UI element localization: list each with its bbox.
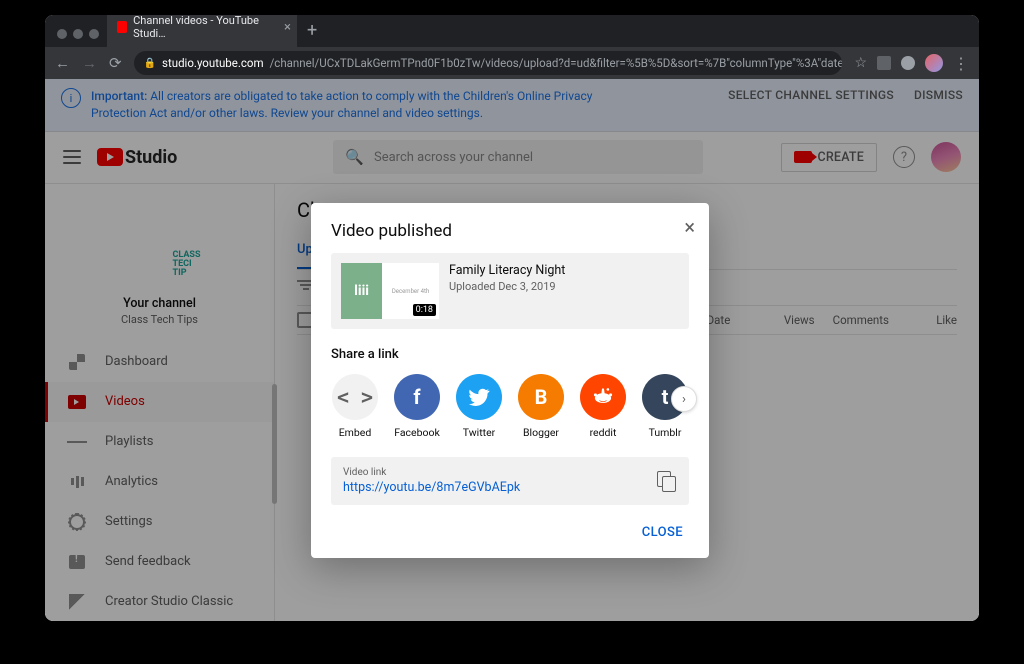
reddit-icon: [580, 374, 626, 420]
embed-icon: < >: [332, 374, 378, 420]
video-link-url[interactable]: https://youtu.be/8m7eGVbAEpk: [343, 480, 657, 495]
browser-window: Channel videos - YouTube Studi… × + ← → …: [45, 15, 979, 621]
copy-link-button[interactable]: [657, 471, 677, 491]
share-more-button[interactable]: ›: [671, 386, 697, 412]
facebook-icon: f: [394, 374, 440, 420]
share-facebook-button[interactable]: f Facebook: [393, 374, 441, 439]
video-link-box: Video link https://youtu.be/8m7eGVbAEpk: [331, 457, 689, 505]
app-viewport: i Important: All creators are obligated …: [45, 79, 979, 621]
video-duration: 0:18: [413, 304, 436, 316]
tab-favicon-icon: [117, 21, 127, 33]
share-label-blogger: Blogger: [523, 426, 559, 439]
new-tab-button[interactable]: +: [297, 20, 327, 47]
forward-button[interactable]: →: [82, 54, 97, 72]
published-video-card[interactable]: liii December 4th 0:18 Family Literacy N…: [331, 253, 689, 329]
profile-avatar[interactable]: [925, 54, 943, 72]
modal-close-text-button[interactable]: CLOSE: [636, 517, 689, 548]
share-label-embed: Embed: [339, 426, 372, 439]
browser-actions: ☆ ⋮: [854, 54, 969, 73]
share-twitter-button[interactable]: Twitter: [455, 374, 503, 439]
video-link-label: Video link: [343, 467, 657, 478]
video-published-modal: Video published × liii December 4th 0:18…: [311, 203, 709, 558]
lock-icon: 🔒: [144, 58, 156, 69]
address-bar[interactable]: 🔒 studio.youtube.com/channel/UCxTDLakGer…: [134, 51, 843, 75]
share-label-tumblr: Tumblr: [649, 426, 682, 439]
share-section-label: Share a link: [331, 347, 689, 362]
share-label-twitter: Twitter: [463, 426, 495, 439]
extension-icon[interactable]: [877, 56, 891, 70]
share-embed-button[interactable]: < > Embed: [331, 374, 379, 439]
share-label-reddit: reddit: [590, 426, 617, 439]
browser-toolbar: ← → ⟳ 🔒 studio.youtube.com/channel/UCxTD…: [45, 47, 979, 79]
tab-title: Channel videos - YouTube Studi…: [133, 15, 269, 40]
share-reddit-button[interactable]: reddit: [579, 374, 627, 439]
blogger-icon: B: [518, 374, 564, 420]
window-controls[interactable]: [53, 29, 107, 47]
share-label-facebook: Facebook: [394, 426, 440, 439]
modal-close-button[interactable]: ×: [684, 217, 695, 237]
video-thumbnail: liii December 4th 0:18: [341, 263, 439, 319]
browser-menu-icon[interactable]: ⋮: [953, 54, 969, 73]
tab-close-icon[interactable]: ×: [284, 21, 291, 34]
video-uploaded-date: Uploaded Dec 3, 2019: [449, 280, 565, 293]
reload-button[interactable]: ⟳: [109, 54, 122, 72]
share-options: < > Embed f Facebook Twitter B Blogger redd…: [331, 374, 689, 439]
url-domain: studio.youtube.com: [162, 56, 264, 70]
thumbnail-graphic-icon: liii: [341, 263, 382, 319]
twitter-icon: [456, 374, 502, 420]
url-path: /channel/UCxTDLakGermTPnd0F1b0zTw/videos…: [270, 56, 843, 70]
extension-dot-icon[interactable]: [901, 56, 915, 70]
star-icon[interactable]: ☆: [854, 55, 867, 71]
browser-tab[interactable]: Channel videos - YouTube Studi… ×: [107, 15, 297, 47]
browser-tabbar: Channel videos - YouTube Studi… × +: [45, 15, 979, 47]
back-button[interactable]: ←: [55, 54, 70, 72]
video-title: Family Literacy Night: [449, 263, 565, 278]
modal-title: Video published: [331, 221, 689, 241]
share-blogger-button[interactable]: B Blogger: [517, 374, 565, 439]
